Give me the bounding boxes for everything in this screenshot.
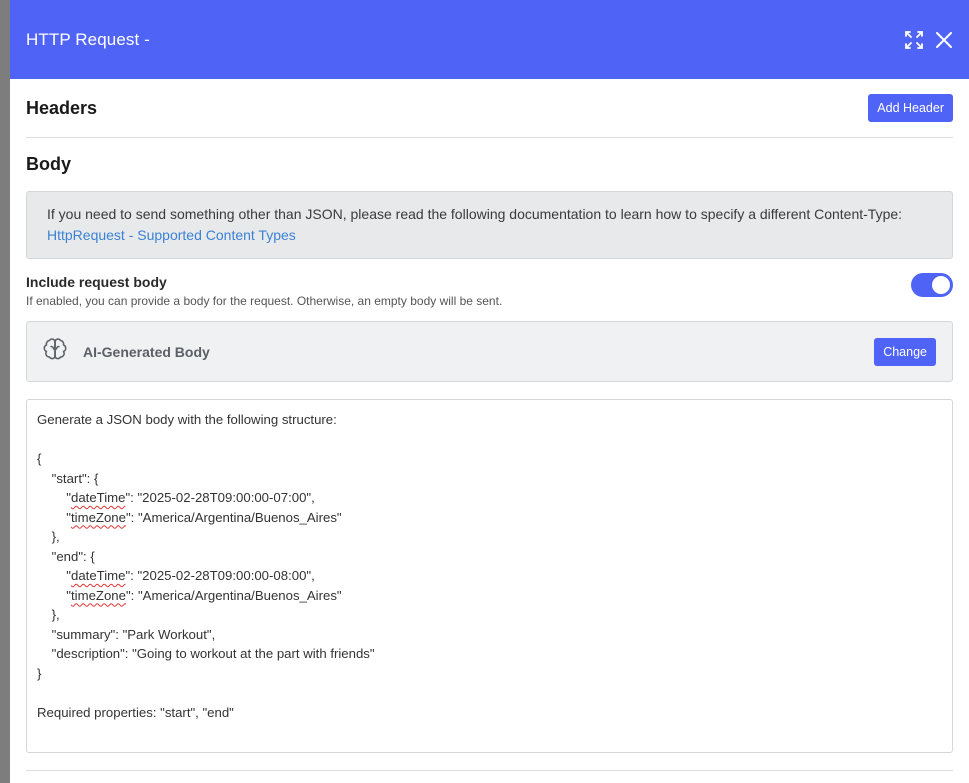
prompt-line: "timeZone": "America/Argentina/Buenos_Ai… [37, 586, 942, 606]
prompt-line [37, 683, 942, 703]
prompt-line: } [37, 665, 42, 681]
expand-icon[interactable] [905, 30, 923, 49]
prompt-line: "dateTime": "2025-02-28T09:00:00-07:00", [37, 488, 942, 508]
body-prompt-textarea[interactable]: Generate a JSON body with the following … [26, 399, 953, 753]
prompt-text: ": "2025-02-28T09:00:00-07:00", [125, 490, 315, 505]
prompt-line [37, 430, 942, 450]
include-body-row: Include request body If enabled, you can… [26, 273, 953, 321]
prompt-text: " [37, 490, 71, 505]
spellcheck-word: timeZone [71, 509, 126, 525]
change-button[interactable]: Change [874, 337, 936, 366]
content-type-info: If you need to send something other than… [26, 191, 953, 259]
section-divider [26, 770, 953, 771]
headers-title: Headers [26, 97, 98, 118]
modal-body: Headers Add Header Body If you need to s… [10, 79, 969, 771]
include-body-toggle[interactable] [911, 273, 953, 297]
spellcheck-word: dateTime [71, 568, 126, 583]
headers-section: Headers Add Header [26, 79, 953, 138]
spellcheck-word: dateTime [71, 490, 126, 505]
prompt-line: "dateTime": "2025-02-28T09:00:00-08:00", [37, 566, 942, 586]
prompt-text: " [37, 509, 71, 525]
prompt-line: Generate a JSON body with the following … [37, 412, 337, 427]
spellcheck-word: timeZone [71, 587, 126, 603]
modal-title: HTTP Request - [26, 29, 150, 49]
modal-header: HTTP Request - [10, 0, 969, 79]
prompt-text: ": "America/Argentina/Buenos_Aires" [125, 509, 342, 525]
body-title: Body [26, 154, 71, 174]
http-request-modal: HTTP Request - Headers Add Header Body I… [10, 0, 969, 783]
prompt-text: " [37, 568, 71, 583]
brain-icon [43, 337, 67, 366]
prompt-line: "description": "Going to workout at the … [37, 646, 375, 661]
ai-generated-body-panel: AI-Generated Body Change [26, 321, 953, 382]
backdrop [0, 0, 10, 783]
include-body-text: Include request body If enabled, you can… [26, 273, 502, 308]
prompt-text: ": "2025-02-28T09:00:00-08:00", [125, 568, 315, 583]
body-section-header: Body [26, 138, 953, 191]
prompt-line: }, [37, 607, 60, 622]
prompt-line: { [37, 451, 42, 466]
add-header-button[interactable]: Add Header [868, 94, 953, 122]
close-icon[interactable] [935, 31, 953, 49]
prompt-text: ": "America/Argentina/Buenos_Aires" [125, 587, 342, 603]
prompt-text: " [37, 587, 71, 603]
supported-content-types-link[interactable]: HttpRequest - Supported Content Types [47, 227, 296, 243]
include-body-help: If enabled, you can provide a body for t… [26, 294, 503, 308]
ai-body-header: AI-Generated Body [43, 337, 210, 366]
info-text: If you need to send something other than… [47, 206, 903, 222]
prompt-line: "end": { [37, 548, 95, 564]
toggle-knob [932, 276, 950, 294]
modal-header-actions [905, 30, 953, 49]
include-body-label: Include request body [26, 274, 167, 290]
prompt-line: "start": { [37, 470, 99, 486]
ai-body-title: AI-Generated Body [83, 343, 210, 360]
prompt-line: "summary": "Park Workout", [37, 626, 216, 642]
prompt-line: "timeZone": "America/Argentina/Buenos_Ai… [37, 508, 942, 528]
prompt-line: Required properties: "start", "end" [37, 704, 234, 720]
prompt-line: }, [37, 529, 60, 544]
